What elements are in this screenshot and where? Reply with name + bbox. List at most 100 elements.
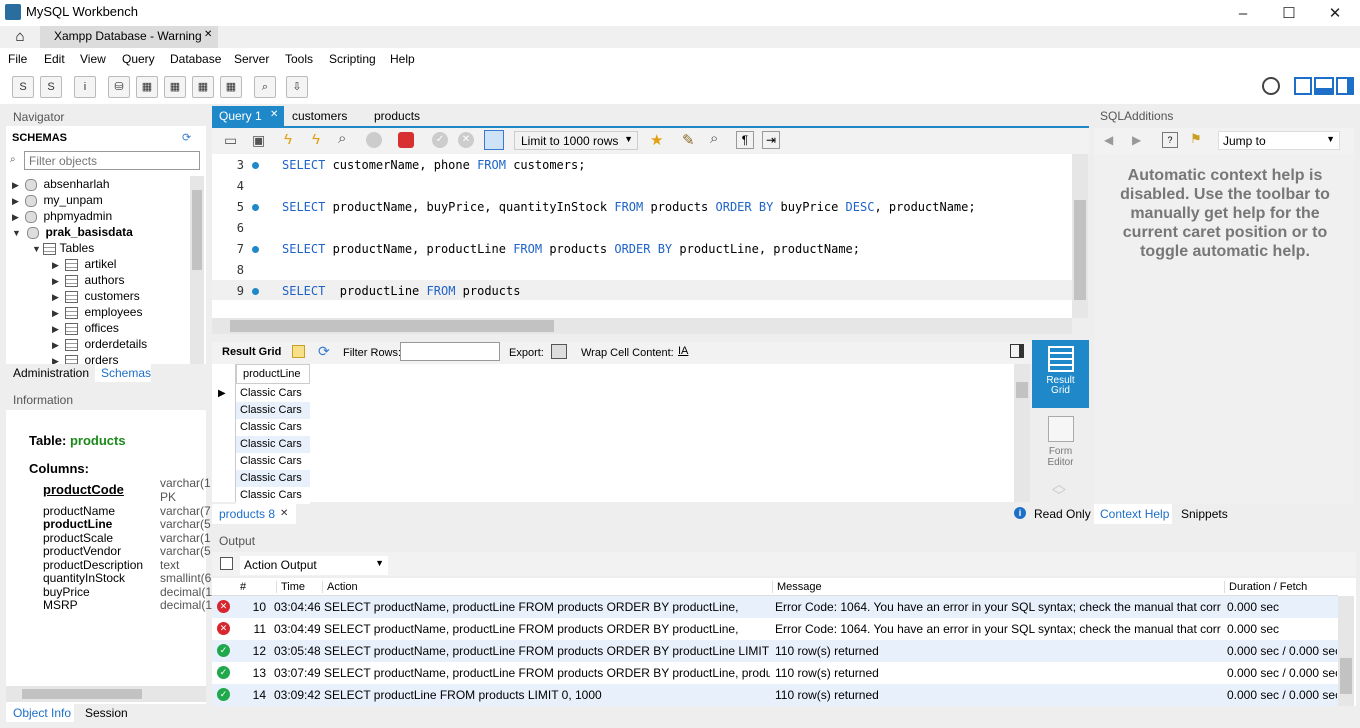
output-vscrollbar[interactable] <box>1338 596 1354 706</box>
grid-cell[interactable]: Classic Cars <box>236 436 310 453</box>
grid-cell[interactable]: Classic Cars <box>236 487 310 504</box>
create-view-icon[interactable]: ▦ <box>164 76 186 98</box>
autocommit-icon[interactable] <box>484 130 504 150</box>
output-row[interactable]: ✕ 10 03:04:46 SELECT productName, productLi… <box>212 596 1338 618</box>
close-tab-icon[interactable]: ✕ <box>280 508 288 519</box>
create-table-icon[interactable]: ▦ <box>136 76 158 98</box>
table-item[interactable]: ▶ customers <box>52 289 140 305</box>
output-row[interactable]: ✓ 12 03:05:48 SELECT productName, productLi… <box>212 640 1338 662</box>
table-item[interactable]: ▶ authors <box>52 273 124 289</box>
tab-context-help[interactable]: Context Help <box>1094 504 1172 524</box>
schema-item[interactable]: ▶ my_unpam <box>12 193 103 209</box>
form-editor-side-button[interactable]: Form Editor <box>1032 410 1089 470</box>
jump-to-select[interactable]: Jump to ▼ <box>1218 131 1340 150</box>
menu-help[interactable]: Help <box>390 52 415 66</box>
open-sql-script-icon[interactable]: S <box>40 76 62 98</box>
editor-vscrollbar[interactable] <box>1072 154 1088 318</box>
gear-icon[interactable] <box>1262 77 1280 95</box>
menu-edit[interactable]: Edit <box>44 52 65 66</box>
schema-item[interactable]: ▶ phpmyadmin <box>12 209 112 225</box>
toggle-auto-help-icon[interactable]: ? <box>1162 132 1178 148</box>
rollback-icon[interactable]: ✕ <box>458 132 474 148</box>
menu-tools[interactable]: Tools <box>285 52 313 66</box>
create-schema-icon[interactable]: ⛁ <box>108 76 130 98</box>
inspector-icon[interactable]: i <box>74 76 96 98</box>
close-button[interactable]: ✕ <box>1312 2 1358 26</box>
schema-item[interactable]: ▶ absenharlah <box>12 177 110 193</box>
forward-icon[interactable]: ▶ <box>1132 133 1141 147</box>
explain-icon[interactable]: ⌕ <box>338 130 346 147</box>
stop-icon[interactable] <box>366 132 382 148</box>
beautify-icon[interactable]: ✎ <box>682 131 695 149</box>
reconnect-icon[interactable]: ⇩ <box>286 76 308 98</box>
tab-administration[interactable]: Administration <box>13 366 89 380</box>
grid-cell[interactable]: Classic Cars <box>236 470 310 487</box>
menu-server[interactable]: Server <box>234 52 269 66</box>
chevron-down-icon[interactable]: ﹀ <box>1052 486 1066 506</box>
table-item[interactable]: ▶ offices <box>52 321 119 337</box>
toggle-sidebar-icon[interactable] <box>1294 77 1312 95</box>
sql-editor[interactable]: 3 SELECT customerName, phone FROM custome… <box>212 154 1072 318</box>
expand-icon[interactable]: ▶ <box>12 212 21 222</box>
back-icon[interactable]: ◀ <box>1104 133 1113 147</box>
wrap-lines-icon[interactable]: ⇥ <box>762 131 780 149</box>
menu-query[interactable]: Query <box>122 52 155 66</box>
information-hscrollbar[interactable] <box>6 686 206 702</box>
editor-hscrollbar[interactable] <box>212 318 1072 334</box>
collapse-icon[interactable]: ▼ <box>32 244 43 254</box>
output-row[interactable]: ✓ 13 03:07:49 SELECT productName, productLi… <box>212 662 1338 684</box>
toggle-panel-icon[interactable] <box>1010 344 1024 358</box>
filter-rows-input[interactable] <box>400 342 500 361</box>
connection-tab[interactable]: Xampp Database - Warning -... ✕ <box>40 26 218 57</box>
grid-cell[interactable]: Classic Cars <box>236 419 310 436</box>
menu-file[interactable]: File <box>8 52 27 66</box>
copy-icon[interactable] <box>220 557 233 570</box>
grid-cell[interactable]: Classic Cars <box>236 453 310 470</box>
stop-on-error-icon[interactable] <box>398 132 414 148</box>
minimize-button[interactable]: ‒ <box>1220 2 1266 26</box>
execute-icon[interactable]: ϟ <box>284 131 292 148</box>
maximize-button[interactable]: ☐ <box>1266 2 1312 26</box>
close-tab-icon[interactable]: ✕ <box>204 29 212 40</box>
menu-view[interactable]: View <box>80 52 106 66</box>
close-tab-icon[interactable]: ✕ <box>270 109 278 120</box>
limit-rows-select[interactable]: Limit to 1000 rows ▼ <box>514 131 638 150</box>
commit-icon[interactable]: ✓ <box>432 132 448 148</box>
export-icon[interactable] <box>551 344 567 359</box>
grid-cell[interactable]: Classic Cars <box>236 402 310 419</box>
open-file-icon[interactable]: ▭ <box>224 132 237 149</box>
tab-products[interactable]: products <box>374 109 420 123</box>
save-icon[interactable]: ▣ <box>252 132 265 149</box>
refresh-icon[interactable]: ⟳ <box>318 343 330 360</box>
new-sql-tab-icon[interactable]: S <box>12 76 34 98</box>
toggle-secondary-sidebar-icon[interactable] <box>1336 77 1354 95</box>
collapse-icon[interactable]: ▼ <box>12 228 23 238</box>
search-table-data-icon[interactable]: ⌕ <box>254 76 276 98</box>
result-grid-side-button[interactable]: Result Grid <box>1032 340 1089 408</box>
create-procedure-icon[interactable]: ▦ <box>192 76 214 98</box>
tab-query-1[interactable]: Query 1 ✕ <box>212 106 284 126</box>
tab-session[interactable]: Session <box>85 706 128 720</box>
bookmark-icon[interactable]: ★ <box>650 131 663 149</box>
navigator-scrollbar[interactable] <box>190 176 204 364</box>
menu-database[interactable]: Database <box>170 52 221 66</box>
expand-icon[interactable]: ▶ <box>12 196 21 206</box>
home-icon[interactable]: ⌂ <box>0 26 40 48</box>
tables-folder[interactable]: ▼ Tables <box>32 241 94 257</box>
create-function-icon[interactable]: ▦ <box>220 76 242 98</box>
tab-products-result[interactable]: products 8 ✕ <box>212 504 296 524</box>
expand-icon[interactable]: ▶ <box>12 180 21 190</box>
menu-scripting[interactable]: Scripting <box>329 52 376 66</box>
tab-customers[interactable]: customers <box>292 109 347 123</box>
filter-objects-input[interactable] <box>24 151 200 170</box>
tab-object-info[interactable]: Object Info <box>6 704 74 722</box>
tab-snippets[interactable]: Snippets <box>1181 507 1228 521</box>
output-row[interactable]: ✕ 11 03:04:49 SELECT productName, productLi… <box>212 618 1338 640</box>
column-header[interactable]: productLine <box>236 364 310 384</box>
schema-item-active[interactable]: ▼ prak_basisdata <box>12 225 133 241</box>
toggle-output-icon[interactable] <box>1314 77 1334 95</box>
output-type-select[interactable]: Action Output ▼ <box>240 556 388 575</box>
output-row[interactable]: ✓ 14 03:09:42 SELECT productLine FROM produ… <box>212 684 1338 706</box>
table-item[interactable]: ▶ employees <box>52 305 142 321</box>
result-vscrollbar[interactable] <box>1014 364 1030 502</box>
